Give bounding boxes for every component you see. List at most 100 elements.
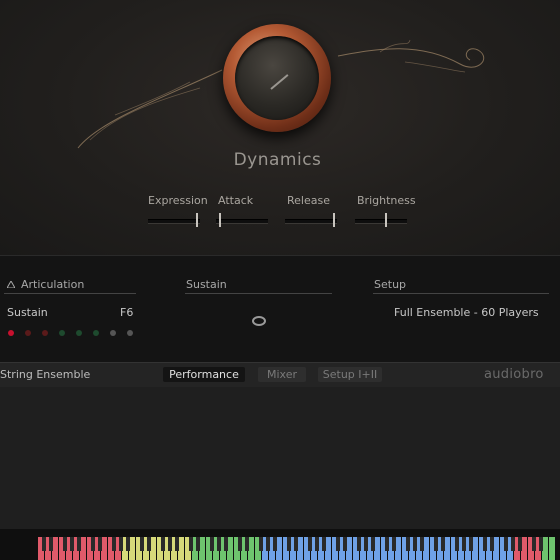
slider-handle[interactable] (219, 213, 221, 227)
black-key[interactable] (343, 537, 347, 551)
release-slider[interactable] (285, 213, 337, 227)
articulation-heading: Articulation (21, 278, 85, 291)
slider-track (355, 219, 407, 224)
slider-handle[interactable] (333, 213, 335, 227)
tab-setup[interactable]: Setup I+II (318, 367, 382, 382)
black-key[interactable] (483, 537, 487, 551)
black-key[interactable] (420, 537, 424, 551)
black-key[interactable] (119, 537, 123, 551)
divider (185, 293, 332, 294)
articulation-dot[interactable] (76, 330, 82, 336)
black-key[interactable] (63, 537, 67, 551)
black-key[interactable] (434, 537, 438, 551)
articulation-dot[interactable] (8, 330, 14, 336)
ensemble-setup-value[interactable]: Full Ensemble - 60 Players (394, 306, 539, 319)
tab-mixer[interactable]: Mixer (258, 367, 306, 382)
black-key[interactable] (196, 537, 200, 551)
black-key[interactable] (238, 537, 242, 551)
articulation-dot[interactable] (93, 330, 99, 336)
black-key[interactable] (413, 537, 417, 551)
black-key[interactable] (210, 537, 214, 551)
black-key[interactable] (490, 537, 494, 551)
collapse-triangle-icon[interactable] (7, 281, 15, 288)
black-key[interactable] (259, 537, 263, 551)
black-key[interactable] (308, 537, 312, 551)
knob-cap (235, 36, 319, 120)
instrument-name: String Ensemble (0, 368, 91, 381)
black-key[interactable] (224, 537, 228, 551)
black-key[interactable] (161, 537, 165, 551)
articulation-panel: Articulation Sustain F6 Sustain Setup Fu… (0, 255, 560, 363)
slider-handle[interactable] (385, 213, 387, 227)
black-key[interactable] (140, 537, 144, 551)
sustain-heading: Sustain (186, 278, 227, 291)
attack-label: Attack (218, 194, 254, 207)
black-key[interactable] (112, 537, 116, 551)
black-key[interactable] (322, 537, 326, 551)
tab-performance[interactable]: Performance (163, 367, 245, 382)
black-key[interactable] (217, 537, 221, 551)
setup-heading: Setup (374, 278, 407, 291)
black-key[interactable] (273, 537, 277, 551)
black-key[interactable] (532, 537, 536, 551)
dynamics-knob[interactable] (223, 24, 331, 132)
articulation-dot[interactable] (127, 330, 133, 336)
black-key[interactable] (168, 537, 172, 551)
black-key[interactable] (315, 537, 319, 551)
black-key[interactable] (294, 537, 298, 551)
white-key[interactable] (549, 537, 555, 560)
black-key[interactable] (441, 537, 445, 551)
black-key[interactable] (462, 537, 466, 551)
brand-logo: audiobro (484, 367, 544, 382)
empty-content-area (0, 387, 560, 529)
attack-slider[interactable] (216, 213, 268, 227)
piano-keys[interactable] (38, 537, 560, 560)
articulation-dot[interactable] (42, 330, 48, 336)
slider-handle[interactable] (196, 213, 198, 227)
articulation-name[interactable]: Sustain (7, 306, 48, 319)
black-key[interactable] (91, 537, 95, 551)
black-key[interactable] (287, 537, 291, 551)
black-key[interactable] (70, 537, 74, 551)
black-key[interactable] (189, 537, 193, 551)
tab-bar: String Ensemble Performance Mixer Setup … (0, 362, 560, 388)
black-key[interactable] (98, 537, 102, 551)
black-key[interactable] (392, 537, 396, 551)
black-key[interactable] (469, 537, 473, 551)
slider-track (148, 219, 200, 224)
black-key[interactable] (147, 537, 151, 551)
black-key[interactable] (245, 537, 249, 551)
brightness-slider[interactable] (355, 213, 407, 227)
expression-slider[interactable] (148, 213, 200, 227)
divider (373, 293, 549, 294)
black-key[interactable] (266, 537, 270, 551)
black-key[interactable] (385, 537, 389, 551)
sustain-pedal-icon[interactable] (252, 316, 266, 326)
release-label: Release (287, 194, 330, 207)
articulation-dot[interactable] (25, 330, 31, 336)
black-key[interactable] (77, 537, 81, 551)
black-key[interactable] (455, 537, 459, 551)
articulation-dot[interactable] (59, 330, 65, 336)
slider-track (285, 219, 337, 224)
black-key[interactable] (49, 537, 53, 551)
black-key[interactable] (406, 537, 410, 551)
black-key[interactable] (42, 537, 46, 551)
dynamics-title: Dynamics (233, 150, 322, 170)
black-key[interactable] (511, 537, 515, 551)
black-key[interactable] (357, 537, 361, 551)
black-key[interactable] (371, 537, 375, 551)
articulation-dot[interactable] (110, 330, 116, 336)
black-key[interactable] (504, 537, 508, 551)
dynamics-panel: Dynamics Expression Attack Release Brigh… (0, 0, 560, 255)
black-key[interactable] (364, 537, 368, 551)
divider (4, 293, 136, 294)
black-key[interactable] (175, 537, 179, 551)
black-key[interactable] (126, 537, 130, 551)
black-key[interactable] (336, 537, 340, 551)
keyswitch-key: F6 (120, 306, 134, 319)
black-key[interactable] (518, 537, 522, 551)
black-key[interactable] (539, 537, 543, 551)
brightness-label: Brightness (357, 194, 416, 207)
slider-track (216, 219, 268, 224)
